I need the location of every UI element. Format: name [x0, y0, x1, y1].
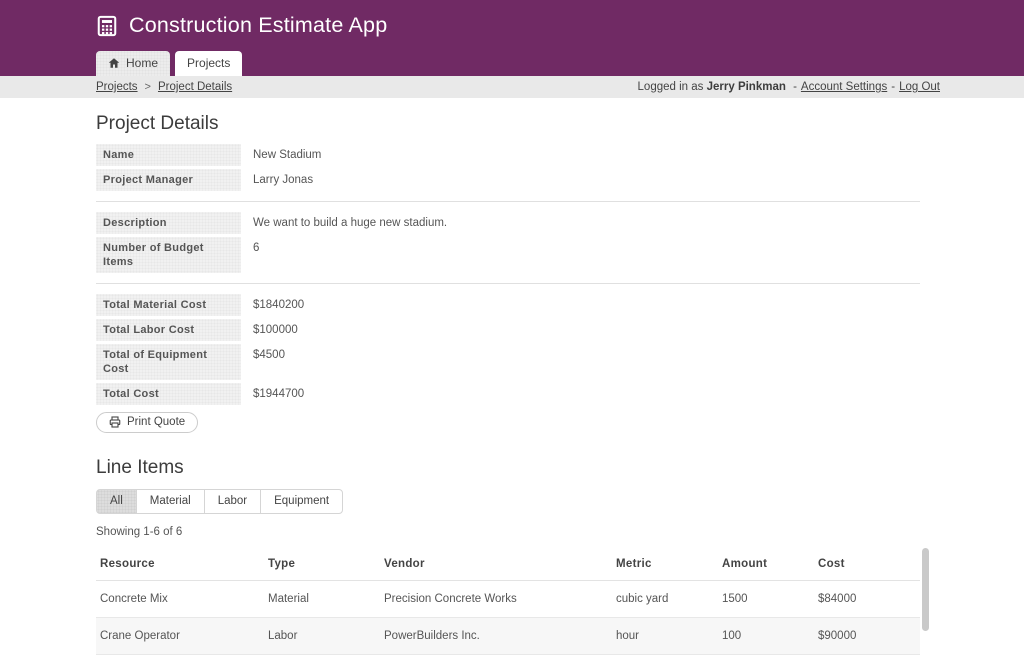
tab-home[interactable]: Home [96, 51, 170, 76]
login-status: Logged in as Jerry Pinkman -Account Sett… [638, 81, 940, 93]
project-totals-group: Total Material Cost$1840200Total Labor C… [96, 294, 1024, 405]
field-label: Total Labor Cost [96, 319, 241, 341]
table-cell: 100 [718, 618, 814, 655]
field-label: Description [96, 212, 241, 234]
breadcrumb-link-project-details[interactable]: Project Details [158, 81, 232, 93]
field-label: Number of Budget Items [96, 237, 241, 273]
table-cell: Labor [264, 618, 380, 655]
print-quote-button[interactable]: Print Quote [96, 412, 198, 433]
breadcrumb-link-projects[interactable]: Projects [96, 81, 138, 93]
divider [96, 201, 920, 202]
filter-button-equipment[interactable]: Equipment [260, 489, 343, 514]
field-row: Project ManagerLarry Jonas [96, 169, 1024, 191]
field-label: Total Material Cost [96, 294, 241, 316]
calculator-icon [96, 15, 118, 37]
table-cell: 1500 [718, 581, 814, 618]
print-quote-label: Print Quote [127, 416, 185, 428]
table-cell: Precision Concrete Works [380, 581, 612, 618]
field-value: Larry Jonas [241, 169, 313, 191]
field-value: New Stadium [241, 144, 321, 166]
table-header-row: ResourceTypeVendorMetricAmountCost [96, 548, 920, 581]
breadcrumb-bar: Projects > Project Details Logged in as Je… [0, 76, 1024, 98]
breadcrumb-separator: > [145, 81, 151, 93]
field-value: $4500 [241, 344, 285, 380]
table-cell: Material [264, 581, 380, 618]
field-row: Total Material Cost$1840200 [96, 294, 1024, 316]
project-fields-group: NameNew StadiumProject ManagerLarry Jona… [96, 144, 1024, 191]
app-header: Construction Estimate App Home Projects [0, 0, 1024, 76]
app-title-row: Construction Estimate App [0, 0, 1024, 38]
table-cell: hour [612, 618, 718, 655]
column-header-amount: Amount [718, 548, 814, 581]
project-details-title: Project Details [96, 113, 1024, 135]
account-settings-link[interactable]: Account Settings [801, 81, 887, 93]
column-header-vendor: Vendor [380, 548, 612, 581]
field-label: Total of Equipment Cost [96, 344, 241, 380]
field-row: NameNew Stadium [96, 144, 1024, 166]
tab-label: Projects [187, 56, 230, 70]
table-scrollbar-thumb[interactable] [922, 548, 929, 631]
filter-button-material[interactable]: Material [136, 489, 205, 514]
field-row: Total Labor Cost$100000 [96, 319, 1024, 341]
printer-icon [109, 416, 121, 428]
filter-button-all[interactable]: All [96, 489, 137, 514]
tab-label: Home [126, 56, 158, 70]
divider [96, 283, 920, 284]
column-header-cost: Cost [814, 548, 920, 581]
column-header-resource: Resource [96, 548, 264, 581]
field-row: Total Cost$1944700 [96, 383, 1024, 405]
field-value: $1944700 [241, 383, 304, 405]
table-cell: $84000 [814, 581, 920, 618]
column-header-type: Type [264, 548, 380, 581]
field-label: Total Cost [96, 383, 241, 405]
login-separator: - [793, 81, 797, 93]
field-value: We want to build a huge new stadium. [241, 212, 447, 234]
line-items-body: Concrete MixMaterialPrecision Concrete W… [96, 581, 920, 655]
field-label: Name [96, 144, 241, 166]
column-header-metric: Metric [612, 548, 718, 581]
field-value: $1840200 [241, 294, 304, 316]
line-items-title: Line Items [96, 457, 1024, 479]
log-out-link[interactable]: Log Out [899, 81, 940, 93]
field-row: Number of Budget Items6 [96, 237, 1024, 273]
app-title: Construction Estimate App [129, 13, 387, 38]
field-label: Project Manager [96, 169, 241, 191]
field-value: $100000 [241, 319, 298, 341]
project-fields-group: DescriptionWe want to build a huge new s… [96, 212, 1024, 273]
table-row[interactable]: Crane OperatorLaborPowerBuilders Inc.hou… [96, 618, 920, 655]
table-cell: Crane Operator [96, 618, 264, 655]
breadcrumb: Projects > Project Details [96, 81, 232, 93]
table-cell: Concrete Mix [96, 581, 264, 618]
tab-projects[interactable]: Projects [175, 51, 242, 76]
table-row[interactable]: Concrete MixMaterialPrecision Concrete W… [96, 581, 920, 618]
login-username: Jerry Pinkman [707, 81, 786, 93]
field-value: 6 [241, 237, 259, 273]
filter-button-labor[interactable]: Labor [204, 489, 261, 514]
login-separator: - [891, 81, 895, 93]
field-row: DescriptionWe want to build a huge new s… [96, 212, 1024, 234]
page-content: Project Details NameNew StadiumProject M… [0, 113, 1024, 655]
table-cell: PowerBuilders Inc. [380, 618, 612, 655]
table-cell: $90000 [814, 618, 920, 655]
login-prefix: Logged in as [638, 81, 704, 93]
pagination-status: Showing 1-6 of 6 [96, 526, 1024, 538]
home-icon [108, 57, 120, 69]
line-items-filter-group: AllMaterialLaborEquipment [96, 489, 343, 514]
field-row: Total of Equipment Cost$4500 [96, 344, 1024, 380]
table-cell: cubic yard [612, 581, 718, 618]
main-tabs: Home Projects [96, 51, 242, 76]
